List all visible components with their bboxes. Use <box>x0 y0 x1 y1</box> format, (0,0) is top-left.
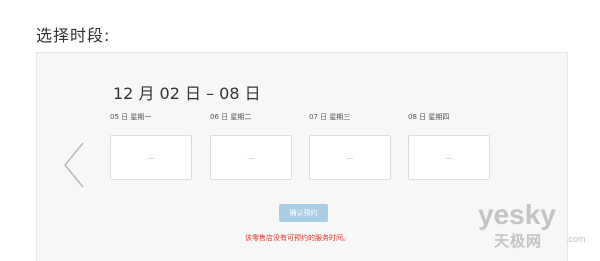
day-slot-4[interactable]: — <box>408 135 490 180</box>
day-slot-3[interactable]: — <box>309 135 391 180</box>
day-label-4: 08 日 星期四 <box>408 113 450 121</box>
day-slot-2[interactable]: — <box>210 135 292 180</box>
slot-placeholder: — <box>445 153 453 162</box>
watermark-chinese: 天极网 <box>494 232 543 250</box>
yesky-watermark: yesky 天极网 .com <box>478 200 596 256</box>
slot-placeholder: — <box>346 153 354 162</box>
date-range-title: 12 月 02 日 – 08 日 <box>113 84 261 103</box>
section-heading: 选择时段: <box>36 26 111 45</box>
previous-week-button[interactable] <box>61 141 89 189</box>
day-label-3: 07 日 星期三 <box>309 113 351 121</box>
day-label-1: 05 日 星期一 <box>110 113 152 121</box>
day-label-2: 06 日 星期二 <box>210 113 252 121</box>
confirm-reservation-button[interactable]: 确认预约 <box>279 204 328 222</box>
watermark-latin: yesky <box>478 199 556 230</box>
slot-placeholder: — <box>247 153 255 162</box>
slot-placeholder: — <box>147 153 155 162</box>
no-availability-notice: 该零售店没有可预约的服务时间。 <box>245 234 350 242</box>
chevron-left-icon <box>64 142 84 188</box>
watermark-suffix: .com <box>566 234 586 244</box>
day-slot-1[interactable]: — <box>110 135 192 180</box>
